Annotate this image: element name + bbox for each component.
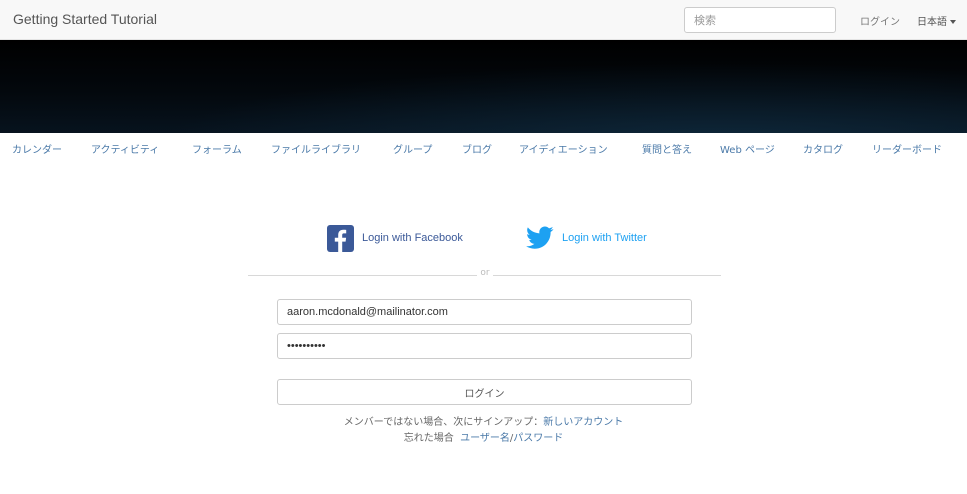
language-label: 日本語 [917,17,947,28]
forgot-help: 忘れた場合 ユーザー名/パスワード [0,429,967,444]
forgot-text: 忘れた場合 [403,433,454,444]
facebook-login-button[interactable]: Login with Facebook [327,224,463,252]
nav-item-qna[interactable]: 質問と答え [642,141,692,156]
email-field[interactable] [277,299,692,325]
nav-item-forum[interactable]: フォーラム [192,141,242,156]
search-input[interactable] [684,7,836,33]
nav-item-groups[interactable]: グループ [393,141,432,156]
twitter-login-button[interactable]: Login with Twitter [526,224,647,252]
or-separator: or [480,268,490,278]
nav-item-catalog[interactable]: カタログ [803,141,843,156]
new-account-link[interactable]: 新しいアカウント [543,417,623,428]
site-title[interactable]: Getting Started Tutorial [13,11,157,27]
nav-item-calendar[interactable]: カレンダー [12,141,62,156]
login-link[interactable]: ログイン [860,13,900,28]
category-nav: カレンダー アクティビティ フォーラム ファイルライブラリ グループ ブログ ア… [0,141,967,157]
forgot-username-link[interactable]: ユーザー名 [460,433,510,444]
divider-right [493,275,721,276]
nav-item-blog[interactable]: ブログ [462,141,492,156]
forgot-password-link[interactable]: パスワード [513,433,563,444]
password-field[interactable] [277,333,692,359]
nav-item-activity[interactable]: アクティビティ [91,141,159,156]
nav-item-web-pages[interactable]: Web ページ [720,141,775,156]
language-dropdown[interactable]: 日本語 [917,13,956,28]
signup-help: メンバーではない場合、次にサインアップ：新しいアカウント [0,413,967,428]
caret-down-icon [950,20,956,24]
facebook-icon [327,224,354,252]
signup-text: メンバーではない場合、次にサインアップ： [343,417,544,428]
facebook-login-label: Login with Facebook [362,232,463,244]
twitter-icon [526,226,554,250]
twitter-login-label: Login with Twitter [562,232,647,244]
divider-left [248,275,477,276]
header-banner [0,40,967,133]
top-navbar: Getting Started Tutorial ログイン 日本語 [0,0,967,40]
login-button[interactable]: ログイン [277,379,692,405]
nav-item-file-library[interactable]: ファイルライブラリ [271,141,361,156]
nav-item-leaderboard[interactable]: リーダーボード [872,141,942,156]
nav-item-ideation[interactable]: アイディエーション [519,141,608,156]
